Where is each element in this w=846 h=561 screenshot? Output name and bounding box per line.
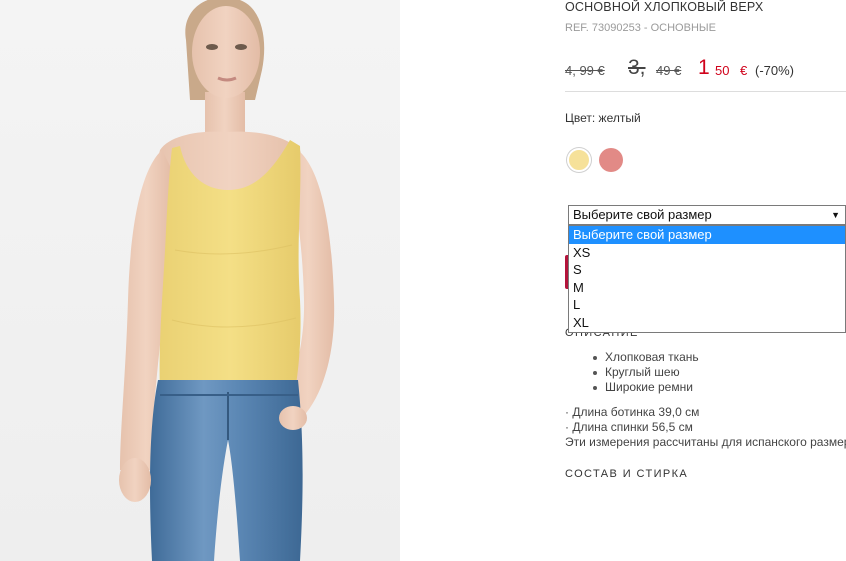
chevron-down-icon: ▼ — [831, 210, 840, 220]
previous-price-integer: 3, — [628, 56, 646, 79]
product-photo[interactable] — [0, 0, 400, 561]
size-dropdown-list[interactable]: Выберите свой размер XS S M L XL — [568, 225, 846, 333]
size-option-m[interactable]: M — [569, 279, 845, 297]
list-item: Круглый шею — [593, 365, 699, 380]
measure-note: Эти измерения рассчитаны для испанского … — [565, 435, 846, 449]
size-select-value: Выберите свой размер — [573, 207, 712, 222]
size-option-l[interactable]: L — [569, 296, 845, 314]
list-item: Хлопковая ткань — [593, 350, 699, 364]
size-option-placeholder[interactable]: Выберите свой размер — [569, 226, 845, 244]
product-info-panel: ОСНОВНОЙ ХЛОПКОВЫЙ ВЕРХ REF. 73090253 - … — [565, 0, 846, 561]
size-option-xs[interactable]: XS — [569, 244, 845, 262]
size-option-s[interactable]: S — [569, 261, 845, 279]
sale-price-decimal: 50 — [715, 63, 730, 78]
measure-line: · Длина спинки 56,5 см — [565, 420, 693, 434]
previous-price-decimal: 49 € — [656, 63, 682, 78]
model-illustration — [119, 0, 335, 561]
price-divider — [565, 91, 846, 92]
color-swatch-yellow[interactable] — [567, 148, 591, 172]
measure-line: · Длина ботинка 39,0 см — [565, 405, 700, 419]
feature-list: Хлопковая ткань Круглый шею Широкие ремн… — [593, 350, 699, 395]
product-ref: REF. 73090253 - ОСНОВНЫЕ — [565, 22, 716, 34]
original-price: 4, 99 € — [565, 63, 605, 78]
size-option-xl[interactable]: XL — [569, 314, 845, 332]
size-select[interactable]: Выберите свой размер ▼ — [568, 205, 846, 225]
color-swatch-coral[interactable] — [599, 148, 623, 172]
measurements-block: · Длина ботинка 39,0 см · Длина спинки 5… — [565, 405, 846, 450]
color-label: Цвет: желтый — [565, 111, 641, 125]
discount-badge: (-70%) — [755, 63, 795, 78]
list-item: Широкие ремни — [593, 380, 699, 395]
composition-heading[interactable]: СОСТАВ И СТИРКА — [565, 468, 688, 480]
sale-price-currency: € — [740, 63, 748, 78]
sale-price-integer: 1 — [698, 56, 710, 79]
product-title: ОСНОВНОЙ ХЛОПКОВЫЙ ВЕРХ — [565, 0, 764, 14]
